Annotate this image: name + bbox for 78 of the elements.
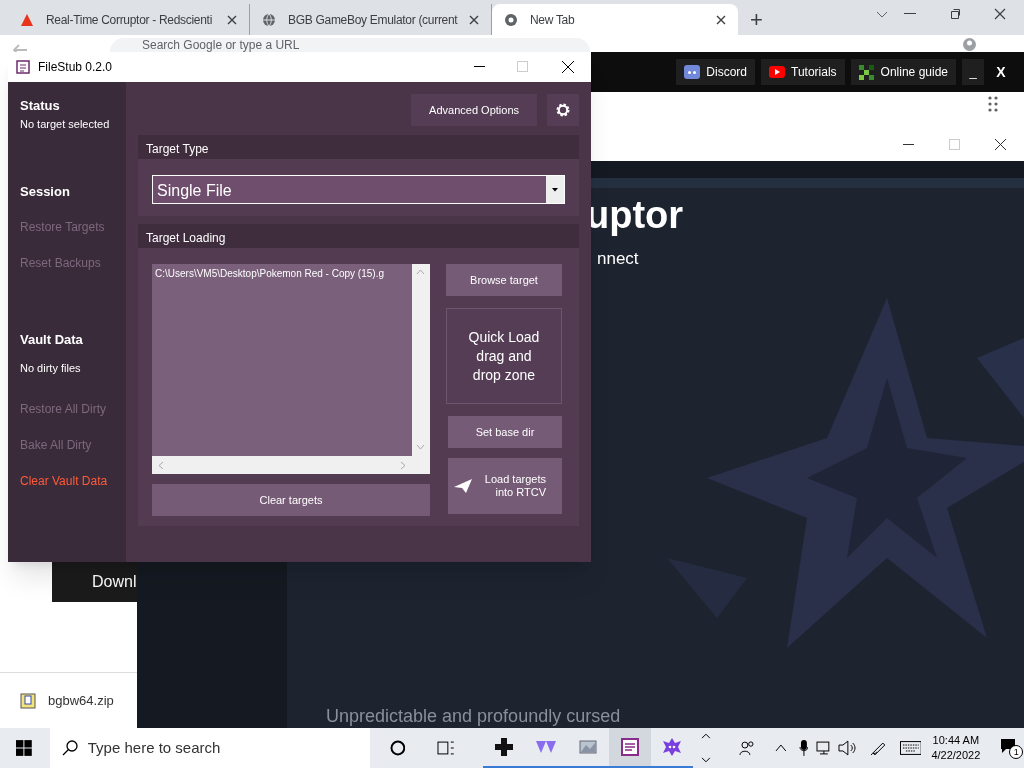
app-title: uptor <box>586 196 684 234</box>
cortana-circle-icon[interactable] <box>389 740 406 756</box>
chevron-down-icon[interactable] <box>876 11 888 19</box>
clock-time: 10:44 AM <box>932 733 980 748</box>
section-heading: Session <box>20 183 71 201</box>
close-icon[interactable] <box>995 139 1006 150</box>
launcher-link[interactable]: Tutorials <box>761 59 845 85</box>
spiky-creature-icon <box>662 737 683 757</box>
close-icon[interactable] <box>994 8 1006 20</box>
clear-targets-button[interactable]: Clear targets <box>152 484 430 516</box>
drop-zone[interactable]: Quick Load drag and drop zone <box>446 308 562 404</box>
restore-icon[interactable] <box>949 8 961 20</box>
window-title: FileStub 0.2.0 <box>38 59 113 76</box>
launcher-link[interactable]: Online guide <box>850 59 956 85</box>
chevron-up-icon[interactable] <box>774 744 787 752</box>
browser-tab[interactable]: New Tab <box>492 4 738 35</box>
launcher-link[interactable]: Discord <box>676 59 756 85</box>
document-icon <box>16 60 30 74</box>
task-view-icon[interactable] <box>437 740 456 756</box>
minimize-button[interactable]: _ <box>962 59 984 85</box>
picture-frame-icon <box>578 737 599 757</box>
document-icon <box>620 737 641 757</box>
load-targets-button[interactable]: Load targets into RTCV <box>448 458 562 514</box>
set-base-dir-button[interactable]: Set base dir <box>448 416 562 448</box>
section-heading: Vault Data <box>20 331 84 349</box>
apps-grid-icon[interactable] <box>988 96 1000 112</box>
plus-shape-icon <box>494 737 515 757</box>
target-list[interactable]: C:\Users\VM5\Desktop\Pokemon Red - Copy (15).g <box>152 264 430 474</box>
tab-title: New Tab <box>530 11 576 29</box>
play-icon <box>769 64 786 80</box>
notification-count: 1 <box>1009 745 1024 759</box>
taskbar-app[interactable] <box>609 728 652 768</box>
minimize-icon[interactable] <box>903 144 914 146</box>
pen-icon[interactable] <box>869 740 886 756</box>
people-icon[interactable] <box>738 740 755 756</box>
status-text: No target selected <box>20 117 111 132</box>
status-text: No dirty files <box>20 361 82 376</box>
minimize-icon[interactable] <box>474 66 485 68</box>
profile-icon[interactable] <box>963 38 976 51</box>
windows-logo-icon[interactable] <box>16 740 32 756</box>
address-bar[interactable]: Search Google or type a URL <box>110 38 590 52</box>
game-controller-icon <box>684 64 701 80</box>
new-tab-button[interactable]: + <box>750 9 763 31</box>
zip-file-icon <box>20 692 36 709</box>
close-button[interactable]: X <box>990 59 1012 85</box>
browse-target-button[interactable]: Browse target <box>446 264 562 296</box>
tagline: Unpredictable and profoundly cursed <box>326 707 621 725</box>
tab-title: BGB GameBoy Emulator (current <box>288 11 458 29</box>
overflow-chevron-icon[interactable] <box>701 733 711 763</box>
advanced-options-button[interactable]: Advanced Options <box>411 94 537 126</box>
warning-triangle-icon <box>20 12 34 27</box>
microphone-icon[interactable] <box>798 740 809 756</box>
tab-title: Real-Time Corruptor - Redscienti <box>46 11 213 29</box>
download-button[interactable]: Downl <box>52 562 137 602</box>
clock-date: 4/22/2022 <box>931 748 981 763</box>
list-item[interactable]: C:\Users\VM5\Desktop\Pokemon Red - Copy (15).g <box>152 264 412 281</box>
settings-icon <box>555 102 571 118</box>
download-file-name[interactable]: bgbw64.zip <box>48 690 114 711</box>
close-icon[interactable] <box>227 14 237 25</box>
search-icon <box>61 740 78 756</box>
keyboard-icon[interactable] <box>899 741 922 755</box>
search-field[interactable]: Type here to search <box>49 728 370 768</box>
minimize-icon[interactable] <box>904 13 916 15</box>
sidebar-action[interactable]: Clear Vault Data <box>20 472 126 492</box>
settings-button[interactable] <box>547 94 579 126</box>
message-icon <box>1000 738 1017 754</box>
notifications-button[interactable]: 1 <box>1000 736 1024 760</box>
speaker-icon[interactable] <box>838 740 856 756</box>
pixel-grid-icon <box>858 64 875 80</box>
close-icon[interactable] <box>469 14 480 25</box>
paper-plane-icon <box>454 479 472 493</box>
panel-header: Target Loading <box>138 224 579 248</box>
panel-header: Target Type <box>138 135 579 159</box>
section-heading: Status <box>20 97 61 115</box>
close-icon[interactable] <box>562 61 574 73</box>
app-subtitle: nnect <box>597 250 639 267</box>
close-icon[interactable] <box>716 14 726 25</box>
target-type-dropdown[interactable]: Single File <box>152 175 565 204</box>
